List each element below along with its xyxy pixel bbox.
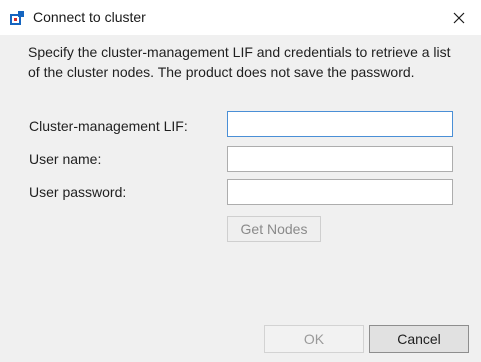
- cancel-button[interactable]: Cancel: [369, 325, 469, 353]
- get-nodes-button[interactable]: Get Nodes: [227, 216, 321, 242]
- connect-to-cluster-dialog: Connect to cluster Specify the cluster-m…: [0, 0, 481, 362]
- close-button[interactable]: [437, 0, 481, 35]
- window-title: Connect to cluster: [33, 9, 146, 25]
- ok-button[interactable]: OK: [264, 325, 364, 353]
- cluster-lif-label: Cluster-management LIF:: [29, 118, 188, 134]
- close-icon: [453, 12, 465, 23]
- user-name-label: User name:: [29, 151, 102, 167]
- instructions-text: Specify the cluster-management LIF and c…: [28, 44, 451, 80]
- user-password-label: User password:: [29, 184, 127, 200]
- user-name-input[interactable]: [227, 146, 453, 172]
- cluster-connect-icon: [9, 10, 26, 26]
- title-bar: Connect to cluster: [0, 0, 481, 35]
- user-password-input[interactable]: [227, 179, 453, 205]
- cluster-lif-input[interactable]: [227, 111, 453, 137]
